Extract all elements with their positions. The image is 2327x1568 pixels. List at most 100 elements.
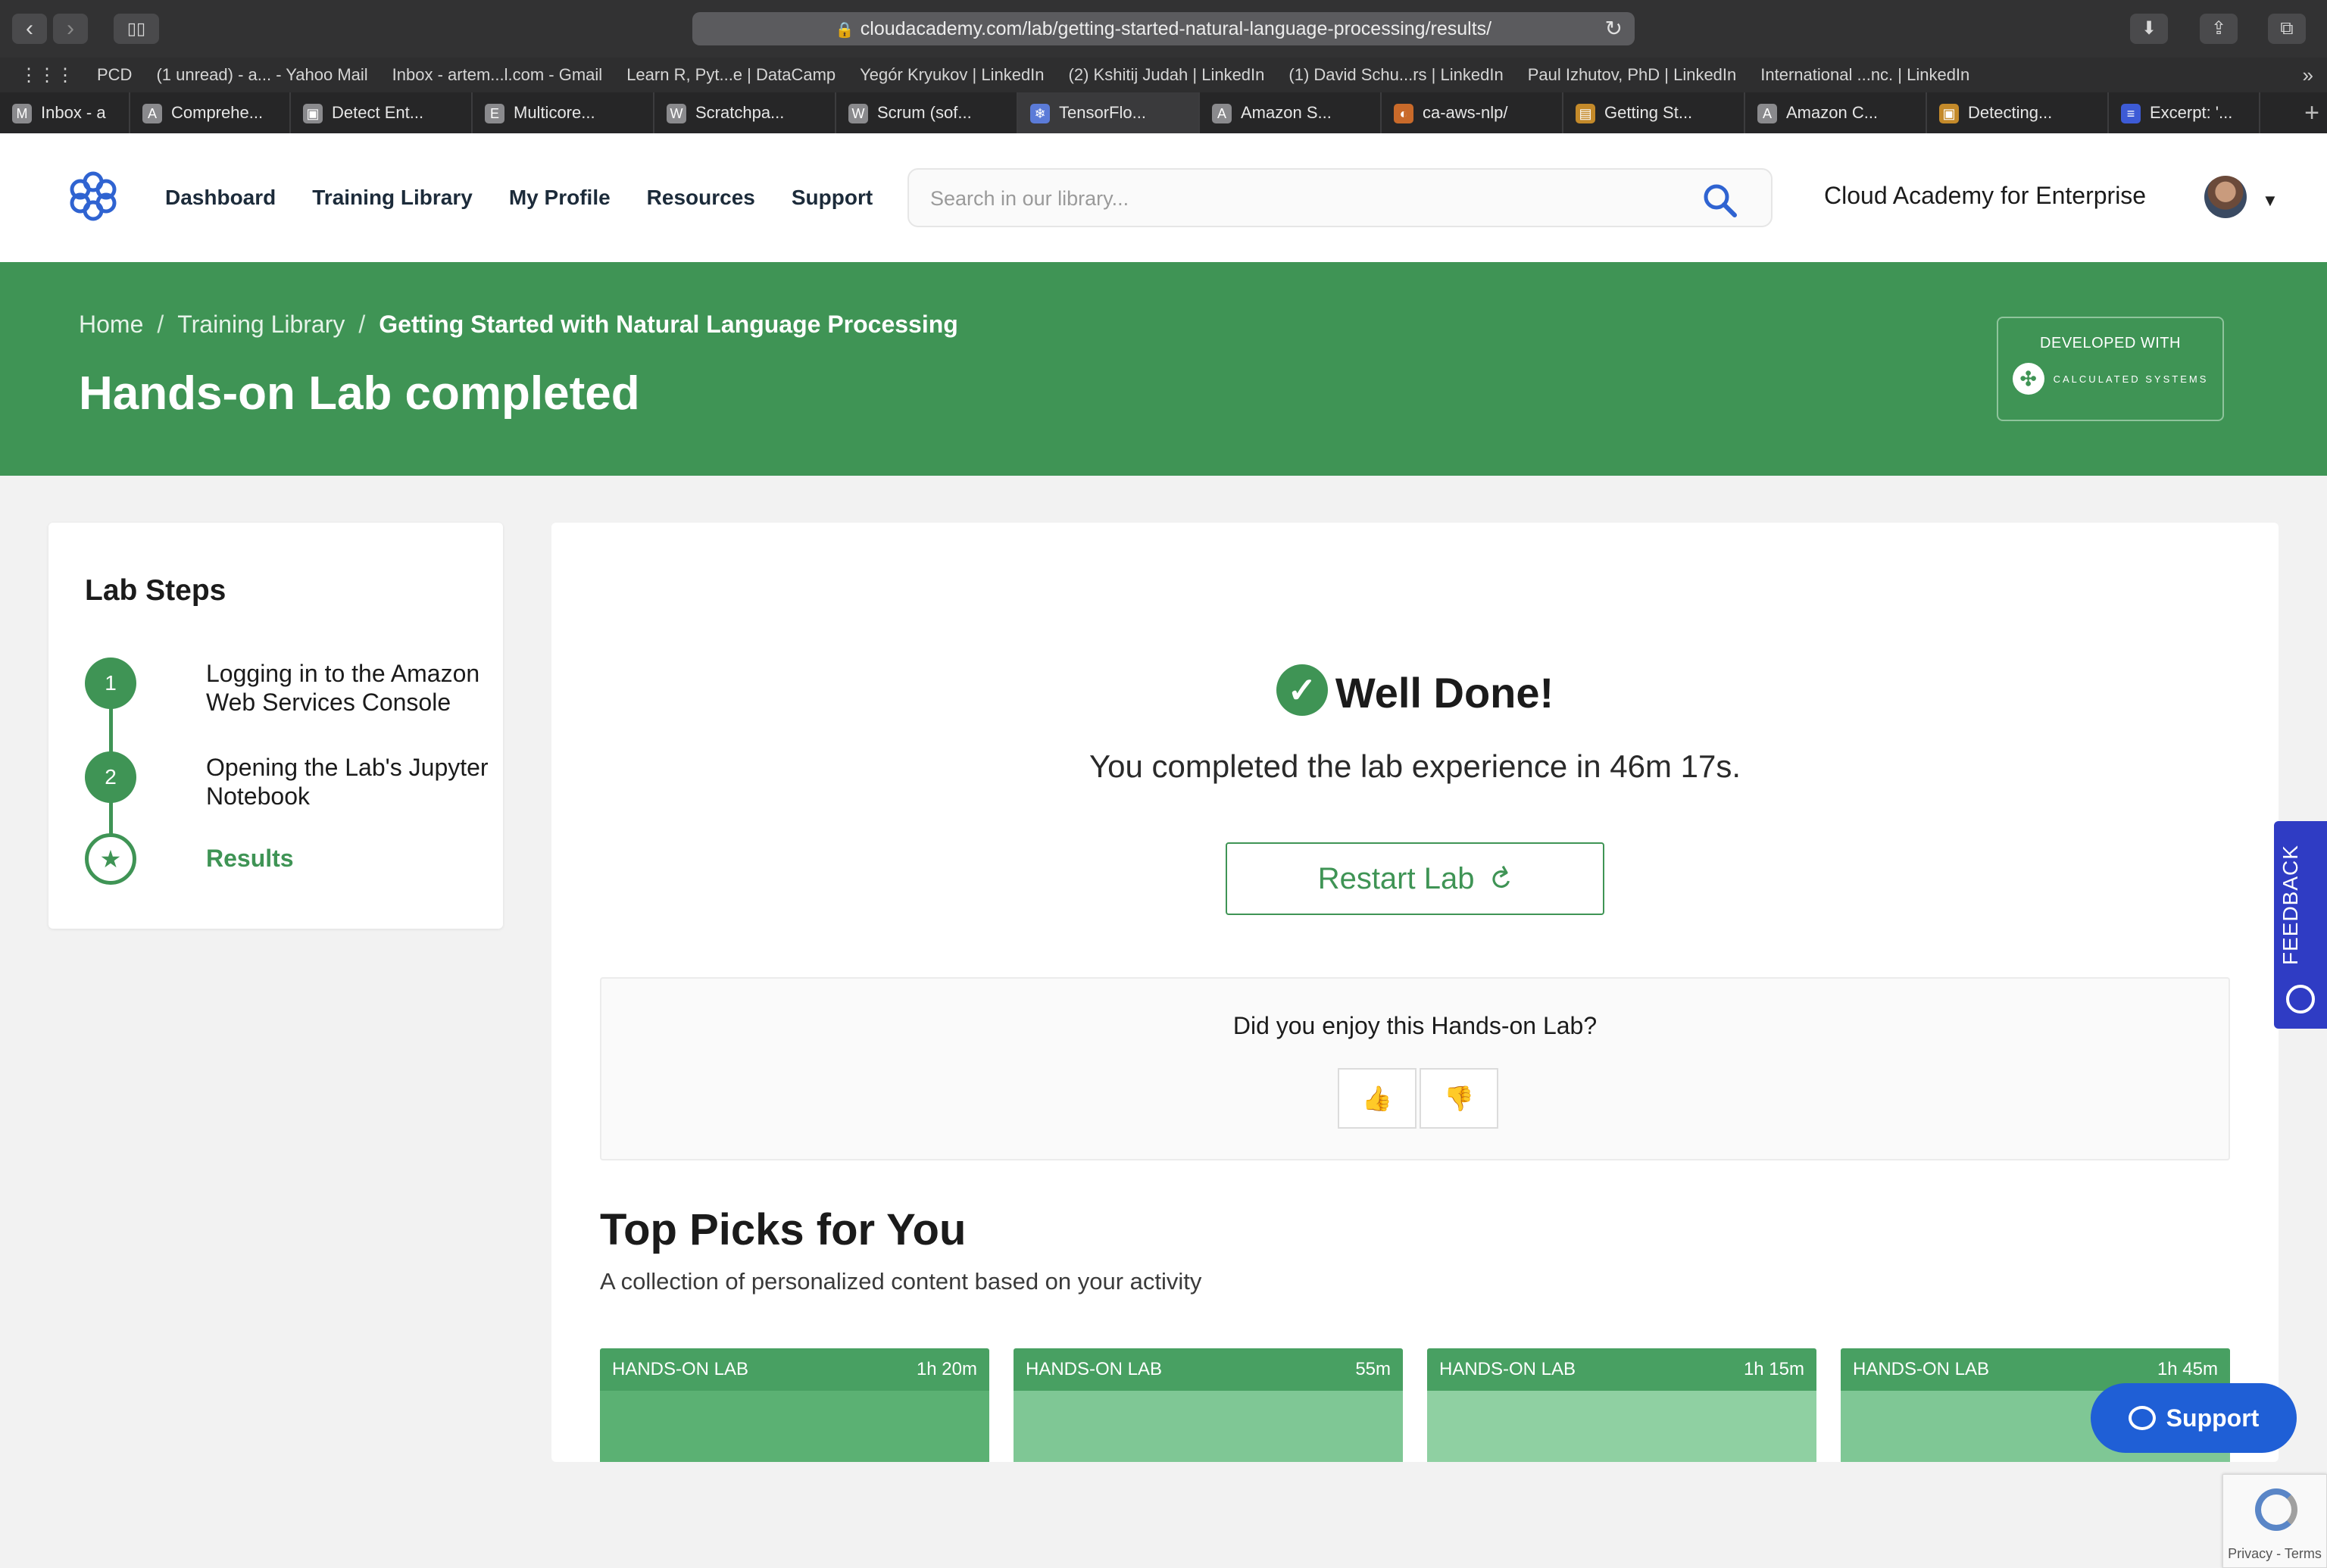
browser-tab[interactable]: ▤ Getting St... — [1563, 92, 1745, 133]
cloud-academy-logo-icon[interactable] — [68, 171, 118, 221]
tab-favicon-icon: M — [12, 104, 32, 124]
thumbs-up-icon: 👍 — [1362, 1085, 1392, 1112]
breadcrumb-current[interactable]: Getting Started with Natural Language Pr… — [379, 311, 958, 338]
tab-label: Scratchpa... — [695, 103, 785, 122]
browser-tab[interactable]: W Scrum (sof... — [836, 92, 1018, 133]
developed-with-badge[interactable]: DEVELOPED WITH ✣ CALCULATED SYSTEMS — [1997, 317, 2224, 421]
reload-icon[interactable]: ↻ — [1605, 12, 1623, 45]
calculated-systems-logo-icon: ✣ — [2012, 363, 2044, 395]
tab-favicon-icon: ❄ — [1030, 104, 1050, 124]
nav-dashboard[interactable]: Dashboard — [165, 186, 276, 210]
tab-label: Excerpt: '... — [2150, 103, 2233, 122]
tab-bar: M Inbox - a A Comprehe... ▣ Detect Ent... E… — [0, 92, 2327, 133]
lab-steps-title: Lab Steps — [85, 574, 226, 607]
main-nav: Dashboard Training Library My Profile Re… — [165, 133, 909, 262]
forward-button[interactable]: › — [53, 14, 88, 44]
tab-label: Comprehe... — [171, 103, 264, 122]
tab-label: Scrum (sof... — [877, 103, 972, 122]
favorite-link[interactable]: Paul Izhutov, PhD | LinkedIn — [1528, 65, 1737, 85]
support-label: Support — [2166, 1404, 2260, 1432]
favorite-link[interactable]: Learn R, Pyt...e | DataCamp — [626, 65, 836, 85]
browser-tab[interactable]: M Inbox - a — [0, 92, 130, 133]
breadcrumb-home[interactable]: Home — [79, 311, 143, 338]
browser-tab-active[interactable]: ❄ TensorFlo... — [1018, 92, 1200, 133]
downloads-icon[interactable]: ⬇ — [2130, 14, 2168, 44]
pick-card[interactable]: HANDS-ON LAB 1h 20m — [600, 1348, 989, 1462]
avatar[interactable] — [2204, 176, 2247, 218]
refresh-icon: ↻ — [1480, 861, 1520, 898]
step-number: 1 — [85, 657, 136, 709]
more-favorites-icon[interactable]: » — [2303, 64, 2313, 87]
tab-label: Amazon S... — [1241, 103, 1332, 122]
pick-card[interactable]: HANDS-ON LAB 1h 15m — [1427, 1348, 1816, 1462]
nav-training-library[interactable]: Training Library — [312, 186, 473, 210]
favorite-link[interactable]: International ...nc. | LinkedIn — [1760, 65, 1969, 85]
search-input[interactable] — [930, 183, 1688, 214]
favorite-link[interactable]: Yegór Kryukov | LinkedIn — [860, 65, 1044, 85]
breadcrumb-training-library[interactable]: Training Library — [177, 311, 345, 338]
tab-label: Inbox - a — [41, 103, 106, 122]
browser-tab[interactable]: ≡ Excerpt: '... — [2109, 92, 2260, 133]
lock-icon: 🔒 — [835, 22, 854, 39]
recaptcha-links[interactable]: Privacy - Terms — [2223, 1546, 2326, 1562]
page-title: Hands-on Lab completed — [79, 367, 640, 420]
favorite-link[interactable]: Inbox - artem...l.com - Gmail — [392, 65, 603, 85]
nav-my-profile[interactable]: My Profile — [509, 186, 611, 210]
tab-label: Detect Ent... — [332, 103, 424, 122]
address-bar[interactable]: 🔒 cloudacademy.com/lab/getting-started-na… — [692, 12, 1635, 45]
pick-illustration — [1014, 1391, 1403, 1462]
apps-grid-icon[interactable]: ⋮⋮⋮ — [20, 64, 74, 86]
favorite-link[interactable]: (1) David Schu...rs | LinkedIn — [1288, 65, 1503, 85]
favorite-link[interactable]: PCD — [97, 65, 132, 85]
library-search — [907, 168, 1773, 227]
account-chevron-down-icon[interactable]: ▼ — [2262, 191, 2279, 211]
tab-favicon-icon: A — [1757, 104, 1777, 124]
browser-tab[interactable]: ▣ Detecting... — [1927, 92, 2109, 133]
results-card: ✓ Well Done! You completed the lab experi… — [551, 523, 2279, 1462]
pick-card[interactable]: HANDS-ON LAB 55m — [1014, 1348, 1403, 1462]
feedback-tab[interactable]: FEEDBACK — [2274, 821, 2327, 1029]
pick-type: HANDS-ON LAB — [612, 1359, 749, 1379]
tab-label: Multicore... — [514, 103, 595, 122]
feedback-icon — [2286, 985, 2315, 1014]
recaptcha-badge[interactable]: Privacy - Terms — [2222, 1474, 2327, 1568]
step-label: Logging in to the Amazon Web Services Co… — [206, 660, 480, 716]
new-tab-icon[interactable]: + — [2304, 92, 2319, 133]
nav-support[interactable]: Support — [792, 186, 873, 210]
favorites-bar: ⋮⋮⋮ PCD (1 unread) - a... - Yahoo Mail I… — [0, 58, 2327, 92]
browser-tab[interactable]: A Amazon S... — [1200, 92, 1382, 133]
result-heading: ✓ Well Done! — [551, 664, 2279, 722]
restart-label: Restart Lab — [1317, 862, 1475, 895]
developed-with-label: DEVELOPED WITH — [2040, 335, 2181, 351]
tab-label: Getting St... — [1604, 103, 1693, 122]
pick-type: HANDS-ON LAB — [1439, 1359, 1576, 1379]
cloud-academy-page: Dashboard Training Library My Profile Re… — [0, 133, 2327, 1568]
tabs-overview-icon[interactable]: ⧉ — [2268, 14, 2306, 44]
pick-type: HANDS-ON LAB — [1026, 1359, 1163, 1379]
search-icon[interactable] — [1701, 182, 1738, 218]
browser-tab[interactable]: ▣ Detect Ent... — [291, 92, 473, 133]
tab-favicon-icon: A — [1212, 104, 1232, 124]
back-button[interactable]: ‹ — [12, 14, 47, 44]
tab-favicon-icon: ▤ — [1576, 104, 1595, 124]
favorite-link[interactable]: (1 unread) - a... - Yahoo Mail — [156, 65, 367, 85]
browser-tab[interactable]: W Scratchpa... — [654, 92, 836, 133]
browser-tab[interactable]: ◐ ca-aws-nlp/ — [1382, 92, 1563, 133]
tab-label: Detecting... — [1968, 103, 2053, 122]
favorite-link[interactable]: (2) Kshitij Judah | LinkedIn — [1069, 65, 1265, 85]
restart-lab-button[interactable]: Restart Lab ↻ — [1226, 842, 1604, 915]
thumbs-down-button[interactable]: 👎 — [1420, 1068, 1498, 1129]
enterprise-link[interactable]: Cloud Academy for Enterprise — [1824, 182, 2146, 210]
thumbs-up-button[interactable]: 👍 — [1338, 1068, 1417, 1129]
tab-favicon-icon: W — [848, 104, 868, 124]
tab-favicon-icon: A — [142, 104, 162, 124]
pick-duration: 1h 15m — [1743, 1359, 1804, 1379]
nav-resources[interactable]: Resources — [647, 186, 755, 210]
browser-tab[interactable]: A Comprehe... — [130, 92, 291, 133]
sidebar-toggle-icon[interactable]: ▯▯ — [114, 14, 159, 44]
share-icon[interactable]: ⇪ — [2200, 14, 2238, 44]
browser-tab[interactable]: E Multicore... — [473, 92, 654, 133]
pick-duration: 1h 20m — [916, 1359, 977, 1379]
browser-tab[interactable]: A Amazon C... — [1745, 92, 1927, 133]
support-chat-button[interactable]: Support — [2091, 1383, 2297, 1453]
